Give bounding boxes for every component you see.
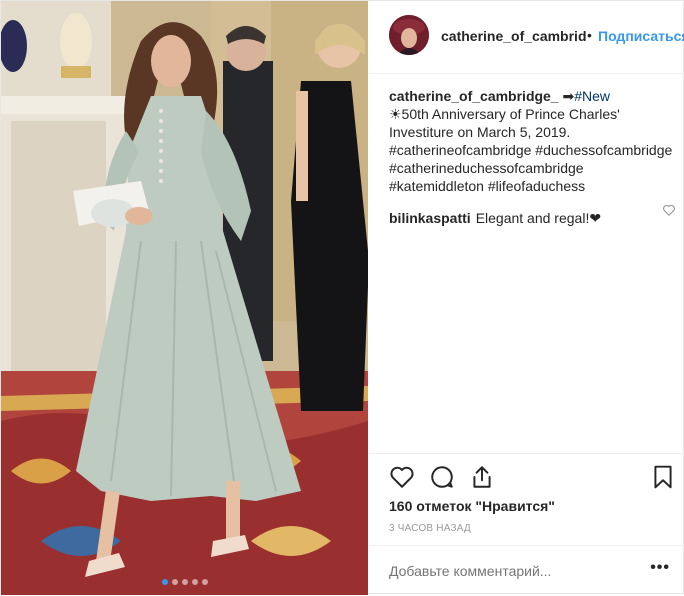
comment-item: bilinkaspatti Elegant and regal!❤ <box>389 209 679 227</box>
caption-line: ☀50th Anniversary of Prince Charles' <box>389 106 620 122</box>
hashtag-new[interactable]: #New <box>574 88 610 104</box>
carousel-dot-active[interactable] <box>161 579 168 585</box>
post-header: catherine_of_cambridge_ • Подписаться <box>369 1 684 74</box>
carousel-dot[interactable] <box>191 579 198 585</box>
post-actions: 160 отметок "Нравится" 3 часов назад <box>369 453 684 546</box>
caption: catherine_of_cambridge_ ➡#New ☀50th Anni… <box>389 87 679 195</box>
comment-text: Elegant and regal!❤ <box>475 210 602 226</box>
comments-list: catherine_of_cambridge_ ➡#New ☀50th Anni… <box>389 87 679 227</box>
avatar-image <box>389 15 429 55</box>
post-photo[interactable] <box>1 1 368 595</box>
caption-line: Investiture on March 5, 2019. <box>389 124 571 140</box>
more-options-icon[interactable]: ••• <box>650 559 670 577</box>
header-separator: • <box>587 27 592 43</box>
header-username[interactable]: catherine_of_cambridge_ <box>441 28 586 44</box>
photo-illustration <box>1 1 368 595</box>
post-timestamp[interactable]: 3 часов назад <box>389 523 471 534</box>
comment-like-heart-icon[interactable] <box>662 203 676 217</box>
carousel-dot[interactable] <box>171 579 178 585</box>
comment-icon[interactable] <box>429 464 455 490</box>
share-icon[interactable] <box>469 464 495 490</box>
carousel-dots <box>1 579 368 585</box>
carousel-dot[interactable] <box>201 579 208 585</box>
heart-icon[interactable] <box>389 464 415 490</box>
instagram-post: catherine_of_cambridge_ • Подписаться ca… <box>0 0 684 595</box>
avatar[interactable] <box>389 15 429 55</box>
add-comment-section: ••• <box>369 545 684 596</box>
bookmark-icon[interactable] <box>650 464 676 490</box>
add-comment-input[interactable] <box>389 563 629 579</box>
caption-hashtags[interactable]: #catherineofcambridge #duchessofcambridg… <box>389 141 679 159</box>
comment-username[interactable]: bilinkaspatti <box>389 209 471 227</box>
caption-hashtags[interactable]: #katemiddleton #lifeofaduchess <box>389 177 679 195</box>
carousel-dot[interactable] <box>181 579 188 585</box>
caption-username[interactable]: catherine_of_cambridge_ <box>389 88 559 104</box>
likes-count[interactable]: 160 отметок "Нравится" <box>389 498 555 514</box>
follow-button[interactable]: Подписаться <box>598 28 684 44</box>
caption-hashtags[interactable]: #catherineduchessofcambridge <box>389 159 679 177</box>
arrow-emoji: ➡ <box>562 88 575 104</box>
post-sidebar: catherine_of_cambridge_ • Подписаться ca… <box>369 1 684 595</box>
